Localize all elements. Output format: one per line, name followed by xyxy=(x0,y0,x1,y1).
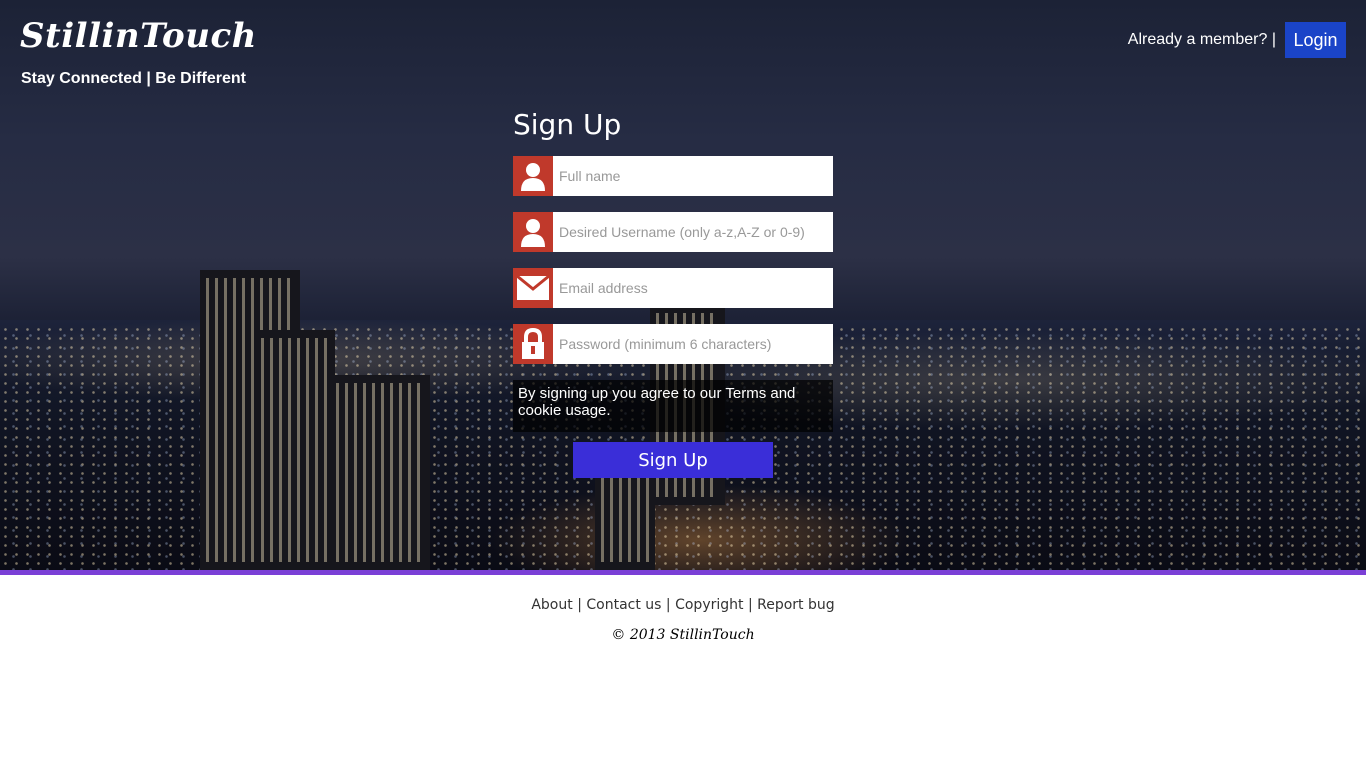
skyscraper-mid xyxy=(255,330,335,570)
brand-logo: StillinTouch xyxy=(20,16,257,56)
username-input[interactable] xyxy=(553,212,833,252)
email-field xyxy=(513,268,833,308)
lock-icon xyxy=(513,324,553,364)
footer-divider xyxy=(0,570,1366,575)
footer-link-contact[interactable]: Contact us xyxy=(586,597,661,613)
signup-button[interactable]: Sign Up xyxy=(573,442,773,478)
footer-links: About | Contact us | Copyright | Report … xyxy=(0,597,1366,613)
footer-link-copyright[interactable]: Copyright xyxy=(675,597,743,613)
link-separator: | xyxy=(661,597,676,613)
user-icon xyxy=(513,156,553,196)
tagline: Stay Connected | Be Different xyxy=(21,70,246,87)
link-separator: | xyxy=(743,597,758,613)
skyscraper-right xyxy=(330,375,430,570)
terms-notice: By signing up you agree to our Terms and… xyxy=(513,380,833,432)
member-prompt: Already a member? | xyxy=(1127,31,1276,48)
email-input[interactable] xyxy=(553,268,833,308)
full-name-field xyxy=(513,156,833,196)
building-center xyxy=(595,470,655,570)
password-field xyxy=(513,324,833,364)
login-button[interactable]: Login xyxy=(1285,22,1346,58)
footer-link-about[interactable]: About xyxy=(531,597,572,613)
link-separator: | xyxy=(572,597,587,613)
user-icon xyxy=(513,212,553,252)
full-name-input[interactable] xyxy=(553,156,833,196)
footer-link-report-bug[interactable]: Report bug xyxy=(757,597,835,613)
hero-background: StillinTouch Stay Connected | Be Differe… xyxy=(0,0,1366,570)
copyright-notice: © 2013 StillinTouch xyxy=(611,627,755,643)
mail-icon xyxy=(513,268,553,308)
signup-title: Sign Up xyxy=(513,108,622,141)
username-field xyxy=(513,212,833,252)
password-input[interactable] xyxy=(553,324,833,364)
